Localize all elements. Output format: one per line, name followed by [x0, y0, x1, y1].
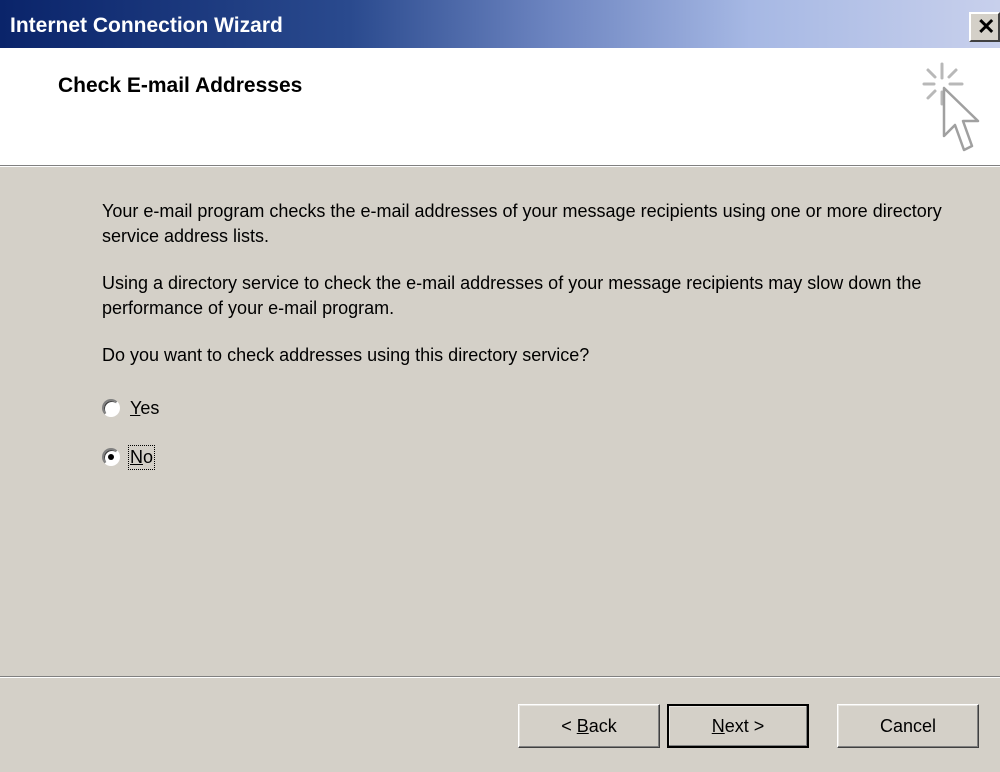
footer-divider	[0, 676, 1000, 678]
radio-selected-dot	[108, 454, 114, 460]
wizard-content: Your e-mail program checks the e-mail ad…	[0, 168, 1000, 673]
wizard-cursor-sparkle-icon	[922, 62, 980, 152]
radio-button-no[interactable]	[102, 448, 120, 466]
next-button[interactable]: Next >	[667, 704, 809, 748]
page-title: Check E-mail Addresses	[58, 74, 303, 97]
description-paragraph-2: Using a directory service to check the e…	[102, 273, 922, 318]
wizard-header: Check E-mail Addresses	[0, 48, 1000, 165]
close-button[interactable]: ✕	[969, 12, 1000, 42]
back-button[interactable]: < Back	[518, 704, 660, 748]
cancel-button[interactable]: Cancel	[837, 704, 979, 748]
radio-option-yes[interactable]: Yes	[102, 394, 159, 422]
header-divider	[0, 165, 1000, 167]
title-bar[interactable]: Internet Connection Wizard ✕	[0, 0, 1000, 48]
question-text: Do you want to check addresses using thi…	[102, 345, 590, 365]
close-icon: ✕	[977, 14, 996, 39]
radio-option-no[interactable]: No	[102, 443, 156, 471]
wizard-window: Internet Connection Wizard ✕ Check E-mai…	[0, 0, 1000, 772]
description-paragraph-1: Your e-mail program checks the e-mail ad…	[102, 201, 942, 246]
window-title: Internet Connection Wizard	[10, 14, 283, 37]
radio-label-yes[interactable]: Yes	[130, 398, 159, 419]
radio-label-no[interactable]: No	[127, 444, 156, 470]
radio-button-yes[interactable]	[102, 399, 120, 417]
